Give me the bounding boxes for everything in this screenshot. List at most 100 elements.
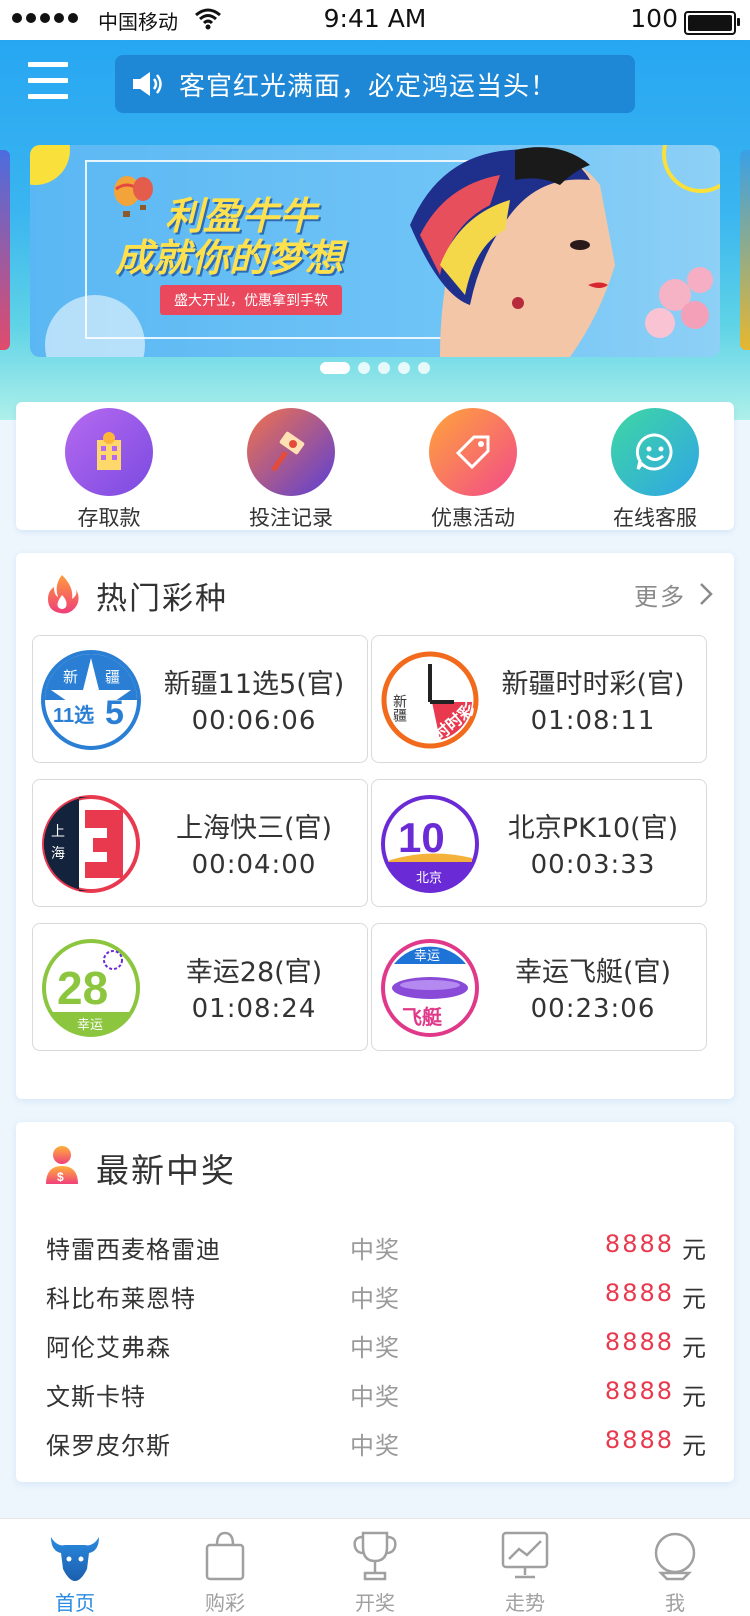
hot-air-balloon-icon [114, 176, 153, 217]
tab-draw-results[interactable]: 开奖 [300, 1519, 450, 1616]
logo-text: 5 [105, 694, 124, 732]
price-tag-icon [429, 408, 517, 496]
game-card-lucky-airship[interactable]: 幸运 飞艇 幸运飞艇(官) 00:23:06 [371, 923, 707, 1051]
quick-action-online-service[interactable]: 在线客服 [590, 408, 720, 532]
quick-action-label: 存取款 [77, 506, 141, 530]
chevron-right-icon[interactable] [698, 581, 714, 607]
winner-unit: 元 [682, 1432, 706, 1460]
beijing-pk10-logo-icon: 10 北京 [381, 795, 479, 893]
tab-label: 我 [665, 1591, 685, 1615]
logo-text: 新疆 [392, 694, 408, 722]
game-card-shanghai-k3[interactable]: 上 海 上海快三(官) 00:04:00 [32, 779, 368, 907]
pagination-dot[interactable] [418, 362, 430, 374]
winner-amount: 8888 [604, 1328, 674, 1356]
winner-amount: 8888 [604, 1230, 674, 1258]
tab-home[interactable]: 首页 [0, 1519, 150, 1616]
pagination-dot[interactable] [358, 362, 370, 374]
game-countdown: 00:23:06 [530, 994, 656, 1024]
game-card-beijing-pk10[interactable]: 10 北京 北京PK10(官) 00:03:33 [371, 779, 707, 907]
pagination-dot[interactable] [378, 362, 390, 374]
game-card-lucky-28[interactable]: 28 幸运 幸运28(官) 01:08:24 [32, 923, 368, 1051]
bull-head-icon [51, 1537, 99, 1581]
logo-text: 海 [51, 845, 65, 861]
game-name: 新疆时时彩(官) [501, 669, 685, 700]
tab-trends[interactable]: 走势 [450, 1519, 600, 1616]
shopping-bag-icon [205, 1531, 245, 1581]
trend-chart-icon [501, 1531, 549, 1579]
quick-action-bet-records[interactable]: 投注记录 [226, 408, 356, 532]
flame-icon [48, 575, 79, 614]
battery-percent: 100 [630, 4, 678, 33]
game-card-xinjiang-ssc[interactable]: 新疆 时时彩 新疆时时彩(官) 01:08:11 [371, 635, 707, 763]
game-name: 幸运飞艇(官) [514, 957, 672, 988]
lucky-airship-logo-icon: 幸运 飞艇 [381, 939, 479, 1037]
game-countdown: 00:03:33 [530, 850, 656, 880]
quick-action-label: 投注记录 [249, 506, 333, 530]
game-countdown: 00:04:00 [191, 850, 317, 880]
xinjiang-11x5-logo-icon: 新 疆 11选 5 [41, 650, 141, 750]
trophy-icon [353, 1531, 397, 1581]
game-name: 北京PK10(官) [507, 813, 679, 844]
banner-tag: 盛大开业，优惠拿到手软 [160, 285, 342, 315]
winner-label: 中奖 [350, 1285, 400, 1313]
winner-name: 阿伦艾弗森 [46, 1334, 171, 1362]
logo-text: 新 [63, 669, 78, 686]
hot-games-header: 热门彩种 更多 [16, 553, 734, 633]
logo-text: 10 [398, 814, 445, 861]
winner-unit: 元 [682, 1334, 706, 1362]
logo-text: 11选 [53, 704, 94, 727]
hammer-record-icon [247, 408, 335, 496]
notice-text: 客官红光满面，必定鸿运当头！ [179, 71, 558, 102]
pagination-dot-active[interactable] [320, 362, 350, 374]
winner-row: 科比布莱恩特 中奖 8888 元 [16, 1279, 734, 1327]
banner-prev-peek[interactable] [0, 150, 10, 350]
winner-row: 特雷西麦格雷迪 中奖 8888 元 [16, 1230, 734, 1278]
game-countdown: 01:08:11 [530, 706, 656, 736]
menu-icon-bar [28, 94, 68, 99]
pagination-dot[interactable] [398, 362, 410, 374]
quick-actions-panel: 存取款 投注记录 优惠活动 在线客服 [16, 402, 734, 530]
logo-text: 飞艇 [402, 1005, 443, 1029]
shanghai-k3-logo-icon: 上 海 [42, 795, 140, 893]
tab-label: 走势 [505, 1591, 545, 1615]
game-name: 上海快三(官) [175, 813, 333, 844]
logo-text: 幸运 [414, 948, 440, 963]
tab-me[interactable]: 我 [600, 1519, 750, 1616]
winner-amount: 8888 [604, 1377, 674, 1405]
model-portrait-image [410, 147, 713, 357]
quick-action-promotions[interactable]: 优惠活动 [408, 408, 538, 532]
notice-bar[interactable]: 客官红光满面，必定鸿运当头！ [115, 55, 635, 113]
hot-games-section: 热门彩种 更多 新 疆 11选 5 新疆11选5(官) 00:06:06 新疆 … [16, 553, 734, 1099]
winner-label: 中奖 [350, 1432, 400, 1460]
more-link[interactable]: 更多 [634, 577, 686, 612]
logo-text: 28 [57, 962, 108, 1014]
winner-label: 中奖 [350, 1383, 400, 1411]
hot-games-title: 热门彩种 [96, 581, 228, 617]
winner-label: 中奖 [350, 1334, 400, 1362]
winner-unit: 元 [682, 1383, 706, 1411]
game-card-xinjiang-11x5[interactable]: 新 疆 11选 5 新疆11选5(官) 00:06:06 [32, 635, 368, 763]
user-icon [654, 1532, 696, 1581]
winners-title: 最新中奖 [96, 1151, 236, 1190]
winner-row: 文斯卡特 中奖 8888 元 [16, 1377, 734, 1425]
menu-button[interactable] [28, 62, 68, 102]
promo-banner[interactable]: 利盈牛牛 成就你的梦想 盛大开业，优惠拿到手软 [30, 145, 720, 357]
tab-label: 开奖 [355, 1591, 395, 1615]
tab-buy-lottery[interactable]: 购彩 [150, 1519, 300, 1616]
speaker-icon [133, 72, 162, 96]
banner-next-peek[interactable] [740, 150, 750, 350]
winner-name: 保罗皮尔斯 [46, 1432, 171, 1460]
winner-name: 科比布莱恩特 [46, 1285, 196, 1313]
tab-label: 购彩 [205, 1591, 245, 1615]
winner-name: 文斯卡特 [46, 1383, 146, 1411]
status-bar: 中国移动 9:41 AM 100 [0, 0, 750, 40]
lucky-28-logo-icon: 28 幸运 [42, 939, 140, 1037]
winner-unit: 元 [682, 1285, 706, 1313]
winner-user-icon: $ [46, 1146, 78, 1184]
winner-amount: 8888 [604, 1426, 674, 1454]
quick-action-deposit[interactable]: 存取款 [44, 408, 174, 532]
game-countdown: 01:08:24 [191, 994, 317, 1024]
tab-label: 首页 [55, 1591, 95, 1615]
winner-unit: 元 [682, 1236, 706, 1264]
bank-building-icon [65, 408, 153, 496]
